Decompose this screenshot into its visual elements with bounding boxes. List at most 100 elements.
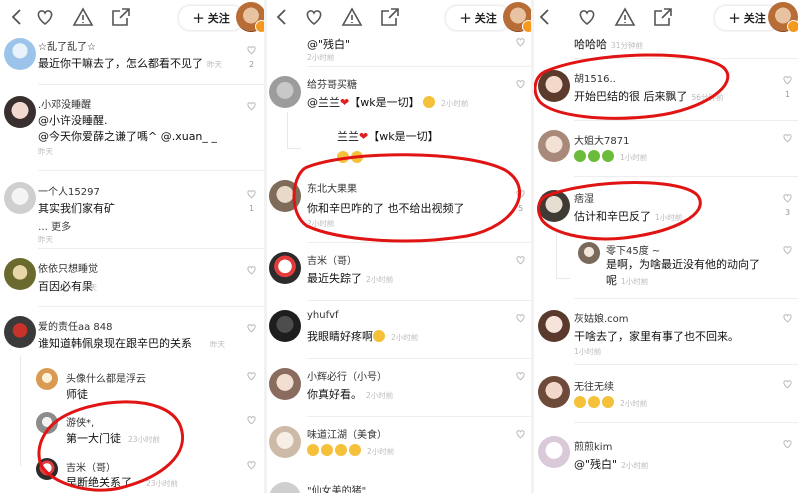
username[interactable]: 吉米（哥） bbox=[307, 252, 357, 267]
username[interactable]: 吉米（哥） bbox=[66, 459, 116, 474]
comment-text: 早断绝关系了 bbox=[66, 476, 132, 489]
avatar[interactable] bbox=[269, 252, 301, 284]
username[interactable]: 灰姑娘.com bbox=[574, 310, 629, 325]
divider bbox=[307, 66, 531, 67]
report-icon[interactable] bbox=[341, 6, 363, 28]
avatar[interactable] bbox=[4, 38, 36, 70]
avatar[interactable] bbox=[36, 412, 58, 434]
share-icon[interactable] bbox=[110, 6, 132, 28]
username[interactable]: ☆乱了乱了☆ bbox=[38, 38, 96, 53]
author-avatar[interactable] bbox=[236, 2, 264, 33]
username[interactable]: 兰兰 bbox=[337, 130, 359, 143]
like-heart-icon[interactable] bbox=[514, 78, 527, 90]
comment-text: 【wk是一切】 bbox=[368, 130, 439, 143]
like-heart-icon[interactable] bbox=[781, 438, 794, 450]
comment-text: 哈哈哈 bbox=[574, 38, 607, 51]
username[interactable]: 煎煎kim bbox=[574, 438, 612, 453]
like-icon[interactable] bbox=[576, 6, 598, 28]
like-heart-icon[interactable] bbox=[245, 44, 258, 56]
like-heart-icon[interactable] bbox=[245, 264, 258, 276]
avatar[interactable] bbox=[36, 458, 58, 480]
timestamp: 昨天 bbox=[38, 147, 53, 156]
report-icon[interactable] bbox=[614, 6, 636, 28]
avatar[interactable] bbox=[269, 426, 301, 458]
verified-badge-icon bbox=[255, 20, 264, 33]
heart-emoji: ❤ bbox=[359, 130, 369, 143]
like-heart-icon[interactable] bbox=[514, 370, 527, 382]
avatar[interactable] bbox=[269, 76, 301, 108]
avatar[interactable] bbox=[538, 190, 570, 222]
like-heart-icon[interactable] bbox=[781, 244, 794, 256]
username[interactable]: 无往无续 bbox=[574, 378, 614, 393]
avatar[interactable] bbox=[36, 368, 58, 390]
like-heart-icon[interactable] bbox=[514, 254, 527, 266]
avatar[interactable] bbox=[538, 310, 570, 342]
back-icon[interactable] bbox=[534, 6, 556, 28]
avatar[interactable] bbox=[538, 376, 570, 408]
report-icon[interactable] bbox=[72, 6, 94, 28]
avatar[interactable] bbox=[578, 242, 600, 264]
like-heart-icon[interactable] bbox=[781, 378, 794, 390]
username[interactable]: 依依只想睡觉 bbox=[38, 260, 98, 275]
username[interactable]: 大姐大7871 bbox=[574, 132, 629, 147]
timestamp: 2小时前 bbox=[621, 461, 649, 470]
avatar[interactable] bbox=[4, 258, 36, 290]
username[interactable]: "仙女美的猪" bbox=[307, 482, 366, 493]
like-heart-icon[interactable] bbox=[781, 312, 794, 324]
like-icon[interactable] bbox=[34, 6, 56, 28]
divider bbox=[38, 170, 264, 171]
like-heart-icon[interactable] bbox=[245, 322, 258, 334]
username[interactable]: 一个人15297 bbox=[38, 183, 100, 198]
author-avatar[interactable] bbox=[503, 2, 531, 33]
username[interactable]: 头像什么都是浮云 bbox=[66, 370, 146, 385]
username[interactable]: 爱的责任aa 848 bbox=[38, 318, 113, 333]
like-heart-icon[interactable] bbox=[514, 188, 527, 200]
timestamp: 1小时前 bbox=[620, 153, 648, 162]
like-icon[interactable] bbox=[303, 6, 325, 28]
like-heart-icon[interactable] bbox=[514, 36, 527, 48]
author-avatar[interactable] bbox=[768, 2, 798, 33]
avatar[interactable] bbox=[538, 70, 570, 102]
timestamp: 31分钟前 bbox=[611, 41, 644, 50]
like-heart-icon[interactable] bbox=[245, 414, 258, 426]
username[interactable]: 零下45度 ~ bbox=[606, 242, 660, 257]
like-heart-icon[interactable] bbox=[245, 100, 258, 112]
username[interactable]: 小辉必行（小号） bbox=[307, 368, 387, 383]
like-heart-icon[interactable] bbox=[781, 74, 794, 86]
follow-button[interactable]: + 关注 bbox=[445, 5, 511, 31]
username[interactable]: 味道江湖（美食） bbox=[307, 426, 387, 441]
back-icon[interactable] bbox=[271, 6, 293, 28]
avatar[interactable] bbox=[538, 436, 570, 468]
back-icon[interactable] bbox=[6, 6, 28, 28]
avatar[interactable] bbox=[4, 316, 36, 348]
more-link[interactable]: … 更多 bbox=[38, 218, 71, 233]
username[interactable]: 痞湿 bbox=[574, 190, 594, 205]
like-heart-icon[interactable] bbox=[514, 428, 527, 440]
like-count: 1 bbox=[249, 204, 255, 213]
like-heart-icon[interactable] bbox=[245, 188, 258, 200]
share-icon[interactable] bbox=[379, 6, 401, 28]
like-heart-icon[interactable] bbox=[245, 370, 258, 382]
follow-button[interactable]: + 关注 bbox=[178, 5, 244, 31]
avatar[interactable] bbox=[4, 96, 36, 128]
thumbs-up-emoji bbox=[307, 444, 319, 456]
avatar[interactable] bbox=[269, 368, 301, 400]
avatar[interactable] bbox=[538, 130, 570, 162]
like-heart-icon[interactable] bbox=[781, 132, 794, 144]
like-heart-icon[interactable] bbox=[245, 459, 258, 471]
avatar[interactable] bbox=[269, 482, 301, 493]
like-heart-icon[interactable] bbox=[514, 312, 527, 324]
username[interactable]: .小邓没睡醒 bbox=[38, 96, 91, 111]
like-heart-icon[interactable] bbox=[781, 192, 794, 204]
avatar[interactable] bbox=[4, 182, 36, 214]
username[interactable]: 给芬哥买糖 bbox=[307, 76, 357, 91]
username[interactable]: 胡1516.. bbox=[574, 70, 616, 85]
share-icon[interactable] bbox=[652, 6, 674, 28]
like-count: 2 bbox=[249, 60, 255, 69]
username[interactable]: 游侠*, bbox=[66, 414, 94, 429]
username[interactable]: yhufvf bbox=[307, 310, 339, 321]
avatar[interactable] bbox=[269, 180, 301, 212]
username[interactable]: 东北大果果 bbox=[307, 180, 357, 195]
avatar[interactable] bbox=[269, 310, 301, 342]
comment-item: 一个人15297 其实我们家有矿 … 更多 昨天 1 bbox=[0, 178, 264, 248]
